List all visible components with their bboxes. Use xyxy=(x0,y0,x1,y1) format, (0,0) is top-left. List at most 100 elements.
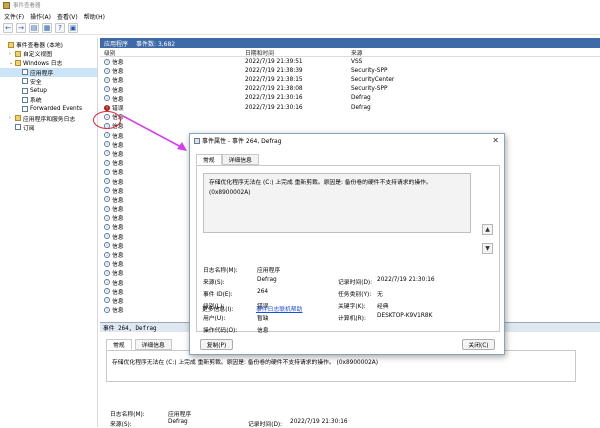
log-name-value: 应用程序 xyxy=(257,268,281,274)
close-button[interactable]: 关闭(C) xyxy=(462,339,495,350)
dialog-titlebar: 事件属性 - 事件 264, Defrag xyxy=(190,134,504,147)
level-cell: i 信息 xyxy=(100,85,245,94)
properties-icon[interactable]: ▦ xyxy=(42,23,52,33)
tree-item-5[interactable]: Setup xyxy=(0,86,97,95)
tree-item-4[interactable]: 安全 xyxy=(0,77,97,86)
tree-item-7[interactable]: Forwarded Events xyxy=(0,104,97,113)
logged-label: 记录时间(D): xyxy=(338,280,373,286)
scroll-up-arrow-icon[interactable]: ▲ xyxy=(482,224,493,235)
log-icon xyxy=(22,105,28,112)
menu-item-1[interactable]: 操作(A) xyxy=(30,12,51,21)
level-text: 信息 xyxy=(112,170,124,177)
level-text: 信息 xyxy=(112,234,124,241)
info-icon: i xyxy=(104,150,110,157)
tab-general[interactable]: 常规 xyxy=(106,339,132,350)
level-text: 错误 xyxy=(112,106,124,113)
tree-item-6[interactable]: 系统 xyxy=(0,95,97,104)
event-viewer-icon xyxy=(3,1,10,9)
tree-item-9[interactable]: 订阅 xyxy=(0,123,97,132)
level-cell: i 信息 xyxy=(100,66,245,75)
scroll-down-arrow-icon[interactable]: ▼ xyxy=(482,243,493,254)
navigation-tree: 事件查看器 (本地) › 自定义视图 ⌄ Windows 日志应用程序 安全 Setup 系统… xyxy=(0,38,98,427)
event-count: 事件数: 3,682 xyxy=(136,40,176,48)
source-cell: Security-SPP xyxy=(351,67,388,74)
column-source[interactable]: 来源 xyxy=(351,48,441,57)
online-help-link[interactable]: 事件日志联机帮助 xyxy=(256,304,302,313)
column-date[interactable]: 日期和时间 xyxy=(245,48,351,57)
info-icon: i xyxy=(104,95,110,102)
source-cell: SecurityCenter xyxy=(351,76,395,83)
expand-chevron-icon[interactable]: › xyxy=(9,51,14,57)
info-icon: i xyxy=(104,288,110,295)
menu-item-3[interactable]: 帮助(H) xyxy=(84,12,105,21)
keywords-label: 关键字(K): xyxy=(338,304,366,310)
table-row[interactable]: i 信息 2022/7/19 21:30:16 Defrag xyxy=(100,94,600,103)
table-row[interactable]: ! 错误 2022/7/19 21:30:16 Defrag xyxy=(100,103,600,112)
tree-item-2[interactable]: ⌄ Windows 日志 xyxy=(0,58,97,67)
level-cell: ! 错误 xyxy=(100,103,245,112)
user-label: 用户(U): xyxy=(203,316,226,322)
help-icon[interactable]: ? xyxy=(55,23,65,33)
column-level[interactable]: 级别 xyxy=(100,48,245,57)
tree-item-label: 应用程序 xyxy=(30,70,54,77)
expand-chevron-icon[interactable]: ⌄ xyxy=(9,60,14,66)
log-title: 应用程序 xyxy=(104,40,129,48)
info-icon: i xyxy=(104,132,110,139)
expand-chevron-icon[interactable]: › xyxy=(9,115,14,121)
info-icon: i xyxy=(104,205,110,212)
source-cell: Security-SPP xyxy=(351,86,388,93)
tree-item-label: 自定义视图 xyxy=(23,52,52,59)
tree-item-0[interactable]: 事件查看器 (本地) xyxy=(0,40,97,49)
window-titlebar: 事件查看器 xyxy=(0,0,600,10)
dialog-tabs: 常规 详细信息 xyxy=(196,154,259,165)
table-row[interactable]: i 信息 2022/7/19 21:38:39 Security-SPP xyxy=(100,66,600,75)
date-cell: 2022/7/19 21:38:39 xyxy=(245,67,303,74)
source-label: 来源(S): xyxy=(203,280,225,286)
event-id-label: 事件 ID(E): xyxy=(203,292,233,298)
dialog-icon xyxy=(194,137,200,144)
tree-item-3[interactable]: 应用程序 xyxy=(0,67,97,77)
task-category-label: 任务类别(Y): xyxy=(338,292,372,298)
level-text: 信息 xyxy=(112,216,124,223)
back-arrow-icon[interactable]: ← xyxy=(3,23,13,33)
preview-log-name-value: 应用程序 xyxy=(168,412,192,418)
opcode-value: 信息 xyxy=(257,328,269,334)
table-row[interactable]: i 信息 2022/7/19 21:38:15 SecurityCenter xyxy=(100,75,600,84)
level-text: 信息 xyxy=(112,253,124,260)
table-row[interactable]: i 信息 2022/7/19 21:38:08 Security-SPP xyxy=(100,85,600,94)
level-text: 信息 xyxy=(112,197,124,204)
action-pane-icon[interactable]: ▣ xyxy=(68,23,78,33)
dialog-description[interactable]: 存储优化程序无法在 (C:) 上完成 重新剪裁。原因是: 备份卷的硬件不支持请求… xyxy=(203,173,471,233)
preview-log-name-label: 日志名称(M): xyxy=(110,412,145,418)
date-cell: 2022/7/19 21:38:15 xyxy=(245,76,303,83)
info-icon: i xyxy=(104,196,110,203)
tree-item-label: 应用程序和服务日志 xyxy=(23,116,76,123)
event-viewer-icon xyxy=(8,41,14,48)
close-icon[interactable]: ✕ xyxy=(492,136,499,145)
tab-details[interactable]: 详细信息 xyxy=(134,339,172,350)
table-row[interactable]: i 信息 2022/7/19 21:39:51 VSS xyxy=(100,57,600,66)
log-icon xyxy=(22,87,28,94)
dialog-description-line2: (0x8900002A) xyxy=(209,190,251,196)
level-text: 信息 xyxy=(112,87,124,94)
tree-item-1[interactable]: › 自定义视图 xyxy=(0,49,97,58)
column-header-row: 级别 日期和时间 来源 xyxy=(100,48,600,57)
info-icon: i xyxy=(104,214,110,221)
show-tree-icon[interactable]: ▤ xyxy=(29,23,39,33)
info-icon: i xyxy=(104,67,110,74)
tree-item-label: 系统 xyxy=(30,98,42,105)
toolbar: ← → ▤ ▦? ▣ xyxy=(0,22,600,35)
menu-item-0[interactable]: 文件(F) xyxy=(4,12,24,21)
source-cell: Defrag xyxy=(351,95,371,102)
info-icon: i xyxy=(104,269,110,276)
tree-item-8[interactable]: › 应用程序和服务日志 xyxy=(0,114,97,123)
info-icon: i xyxy=(104,159,110,166)
menu-item-2[interactable]: 查看(V) xyxy=(57,12,78,21)
dialog-tab-details[interactable]: 详细信息 xyxy=(221,154,259,165)
info-icon: i xyxy=(104,178,110,185)
dialog-tab-general[interactable]: 常规 xyxy=(196,154,222,165)
forward-arrow-icon[interactable]: → xyxy=(16,23,26,33)
copy-button[interactable]: 复制(P) xyxy=(200,339,233,350)
event-id-value: 264 xyxy=(257,289,269,295)
task-category-value: 无 xyxy=(377,292,383,298)
